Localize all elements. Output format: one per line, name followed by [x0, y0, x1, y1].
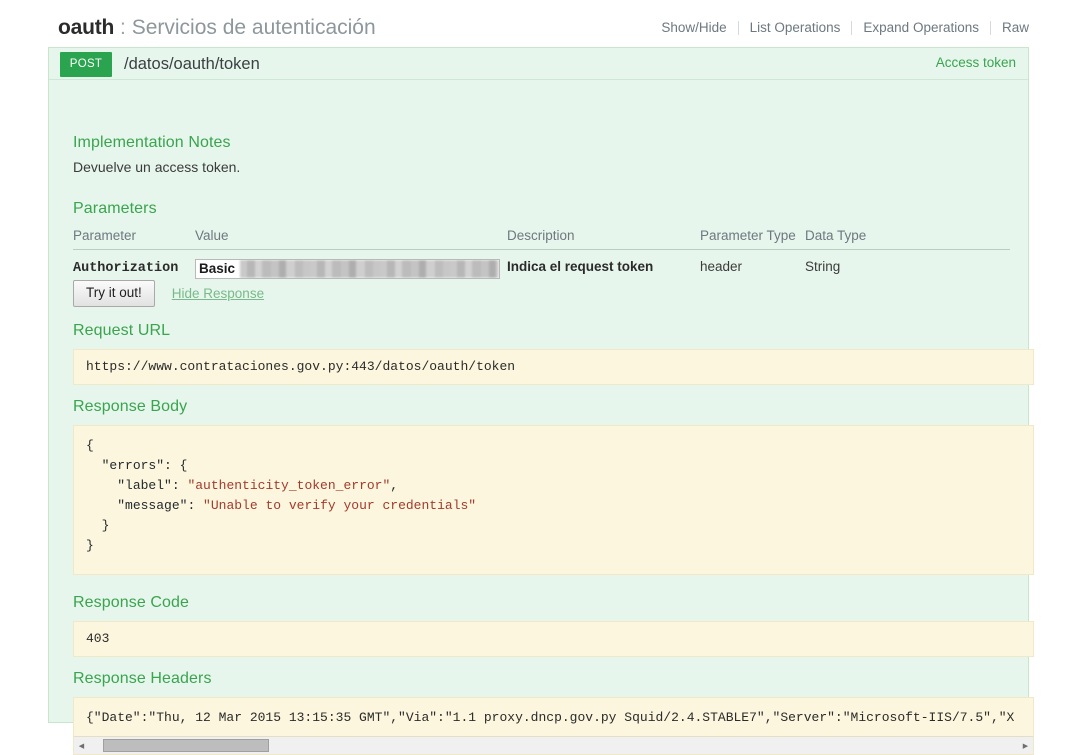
operation-panel: POST /datos/oauth/token Access token Imp… [48, 47, 1034, 755]
request-url-heading: Request URL [73, 322, 171, 339]
parameters-header-row: Parameter Value Description Parameter Ty… [73, 228, 1010, 250]
table-row: Authorization Basic Indica el request to… [73, 250, 1010, 284]
json-value-label: "authenticity_token_error" [187, 478, 391, 493]
expand-operations-link[interactable]: Expand Operations [852, 20, 990, 35]
json-line-5: } [101, 518, 110, 533]
json-key-label: "label" [117, 478, 172, 493]
parameter-name-cell: Authorization [73, 250, 195, 284]
parameter-description-cell: Indica el request token [507, 250, 700, 284]
operation-path[interactable]: /datos/oauth/token [124, 51, 260, 77]
response-headers-value: {"Date":"Thu, 12 Mar 2015 13:15:35 GMT",… [86, 710, 1015, 725]
json-key-message: "message" [117, 498, 188, 513]
resource-title-separator: : [120, 16, 126, 39]
access-token-link[interactable]: Access token [936, 55, 1016, 70]
parameter-name: Authorization [73, 261, 179, 276]
parameters-heading: Parameters [73, 200, 157, 217]
response-headers-block: Response Headers {"Date":"Thu, 12 Mar 20… [73, 670, 1034, 755]
parameter-type-cell: header [700, 259, 743, 274]
response-body-block: Response Body { "errors": { "label": "au… [73, 398, 1034, 575]
list-operations-link[interactable]: List Operations [739, 20, 852, 35]
column-header-data-type: Data Type [805, 228, 1010, 250]
json-line-2-rest: : { [164, 458, 188, 473]
horizontal-scrollbar[interactable]: ◀ ▶ [74, 736, 1033, 754]
implementation-notes-heading: Implementation Notes [73, 134, 231, 151]
parameter-data-type-cell: String [805, 259, 841, 274]
implementation-notes-text: Devuelve un access token. [73, 159, 241, 175]
raw-link[interactable]: Raw [991, 20, 1031, 35]
column-header-parameter-type: Parameter Type [700, 228, 805, 250]
json-line-6: } [86, 538, 94, 553]
scrollbar-track[interactable] [89, 738, 1018, 753]
response-body-heading: Response Body [73, 398, 188, 415]
parameters-block: Parameters Parameter Value Description P… [73, 200, 1010, 283]
parameter-value-cell: Basic [195, 250, 507, 284]
response-code-value: 403 [73, 621, 1034, 657]
submit-row: Try it out! Hide Response [73, 280, 264, 307]
resource-name: oauth [58, 16, 115, 39]
json-value-message: "Unable to verify your credentials" [203, 498, 477, 513]
show-hide-link[interactable]: Show/Hide [650, 20, 737, 35]
resource-title: oauth : Servicios de autenticación [58, 14, 376, 42]
response-headers-container: {"Date":"Thu, 12 Mar 2015 13:15:35 GMT",… [73, 697, 1034, 755]
scroll-right-arrow-icon[interactable]: ▶ [1018, 738, 1033, 753]
column-header-parameter: Parameter [73, 228, 195, 250]
hide-response-link[interactable]: Hide Response [172, 286, 264, 301]
authorization-input[interactable]: Basic [195, 259, 500, 279]
json-line-3-tail: , [390, 478, 399, 493]
resource-header: oauth : Servicios de autenticación Show/… [48, 14, 1031, 46]
operation-heading[interactable]: POST /datos/oauth/token Access token [49, 48, 1028, 80]
parameter-description: Indica el request token [507, 259, 654, 274]
resource-description: Servicios de autenticación [131, 16, 376, 39]
json-line-1: { [86, 438, 94, 453]
request-url-block: Request URL https://www.contrataciones.g… [73, 322, 1034, 385]
http-method-badge: POST [60, 52, 112, 77]
column-header-description: Description [507, 228, 700, 250]
response-code-heading: Response Code [73, 594, 190, 611]
authorization-input-value: Basic [199, 261, 236, 276]
resource-options: Show/Hide List Operations Expand Operati… [650, 20, 1031, 35]
response-headers-heading: Response Headers [73, 670, 212, 687]
parameters-table: Parameter Value Description Parameter Ty… [73, 228, 1010, 283]
request-url-value: https://www.contrataciones.gov.py:443/da… [73, 349, 1034, 385]
redacted-credential-overlay [240, 260, 499, 278]
implementation-notes-block: Implementation Notes Devuelve un access … [73, 134, 240, 175]
try-it-out-button[interactable]: Try it out! [73, 280, 155, 307]
response-body-value: { "errors": { "label": "authenticity_tok… [73, 425, 1034, 575]
scroll-left-arrow-icon[interactable]: ◀ [74, 738, 89, 753]
column-header-value: Value [195, 228, 507, 250]
response-code-block: Response Code 403 [73, 594, 1034, 657]
json-key-errors: "errors" [101, 458, 165, 473]
